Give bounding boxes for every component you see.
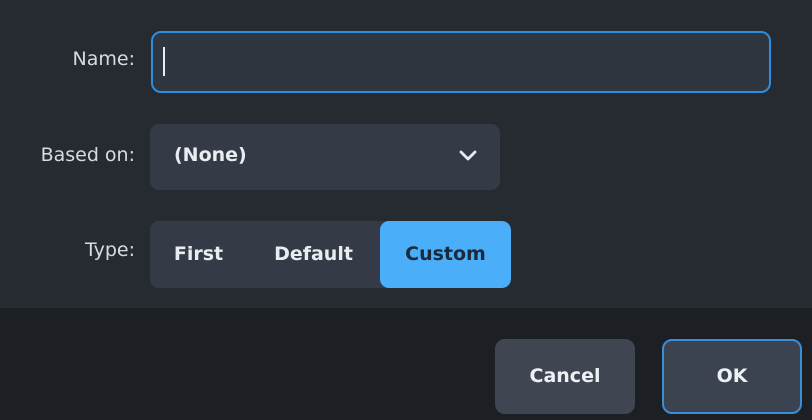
based-on-value: (None) (174, 144, 247, 166)
cancel-button[interactable]: Cancel (495, 339, 635, 414)
text-caret (163, 47, 165, 76)
type-option-first[interactable]: First (150, 221, 247, 288)
name-label: Name: (72, 48, 135, 70)
type-label: Type: (84, 239, 135, 261)
based-on-select[interactable]: (None) (150, 124, 500, 190)
ok-button[interactable]: OK (662, 339, 802, 414)
based-on-label: Based on: (40, 144, 135, 166)
chevron-down-icon (459, 150, 477, 161)
name-input[interactable] (151, 31, 771, 93)
type-option-default[interactable]: Default (247, 221, 380, 288)
dialog: Name: Based on: (None) Type: First Defau… (0, 0, 812, 420)
type-option-custom[interactable]: Custom (380, 221, 511, 288)
type-segmented-control: First Default Custom (150, 221, 511, 288)
